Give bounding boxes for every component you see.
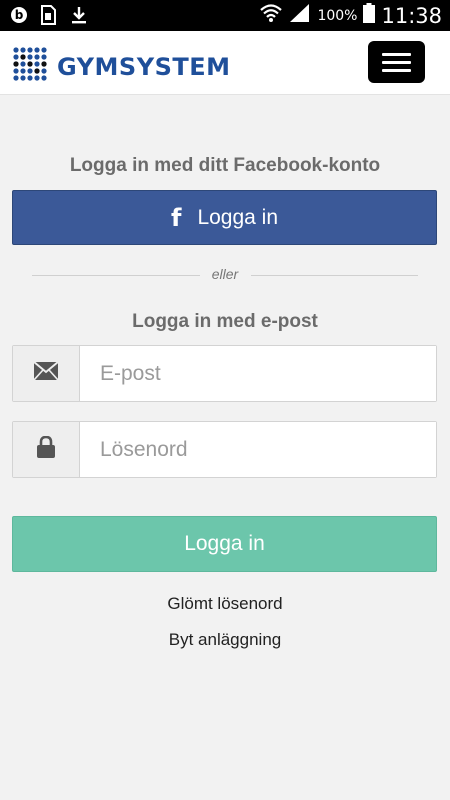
app-notification-icon: b xyxy=(10,6,28,29)
email-addon xyxy=(13,346,80,401)
divider-text: eller xyxy=(211,266,239,282)
system-icons: 100% 11:38 xyxy=(259,0,442,31)
email-input[interactable] xyxy=(80,346,436,401)
lock-icon xyxy=(36,435,56,463)
wifi-icon xyxy=(259,3,283,28)
envelope-icon xyxy=(33,361,59,385)
facebook-login-heading: Logga in med ditt Facebook-konto xyxy=(69,155,381,176)
notification-icons: b xyxy=(10,5,88,30)
clock: 11:38 xyxy=(381,3,442,28)
status-bar: b 100% 11:38 xyxy=(0,0,450,31)
forgot-password-link[interactable]: Glömt lösenord xyxy=(0,594,450,614)
battery-percent: 100% xyxy=(317,7,358,24)
hamburger-icon-bar xyxy=(382,53,411,56)
sim-card-icon xyxy=(40,5,58,30)
facebook-login-label: Logga in xyxy=(197,205,279,229)
change-facility-link[interactable]: Byt anläggning xyxy=(0,630,450,650)
app-header: GYMSYSTEM xyxy=(0,31,450,95)
password-input[interactable] xyxy=(80,422,436,477)
email-input-group xyxy=(12,345,437,402)
logo-text: GYMSYSTEM xyxy=(57,52,231,81)
battery-icon xyxy=(363,3,376,28)
download-icon xyxy=(70,6,88,29)
svg-text:b: b xyxy=(15,8,24,22)
facebook-icon: f xyxy=(170,203,182,232)
hamburger-menu-button[interactable] xyxy=(368,41,425,83)
facebook-login-button[interactable]: f Logga in xyxy=(12,190,437,245)
password-addon xyxy=(13,422,80,477)
login-submit-button[interactable]: Logga in xyxy=(12,516,437,572)
gymsystem-logo[interactable]: GYMSYSTEM xyxy=(13,47,231,86)
password-input-group xyxy=(12,421,437,478)
hamburger-icon-bar xyxy=(382,61,411,64)
email-login-heading: Logga in med e-post xyxy=(132,311,318,332)
logo-dots-icon xyxy=(13,47,47,86)
signal-icon xyxy=(289,3,311,28)
hamburger-icon-bar xyxy=(382,69,411,72)
